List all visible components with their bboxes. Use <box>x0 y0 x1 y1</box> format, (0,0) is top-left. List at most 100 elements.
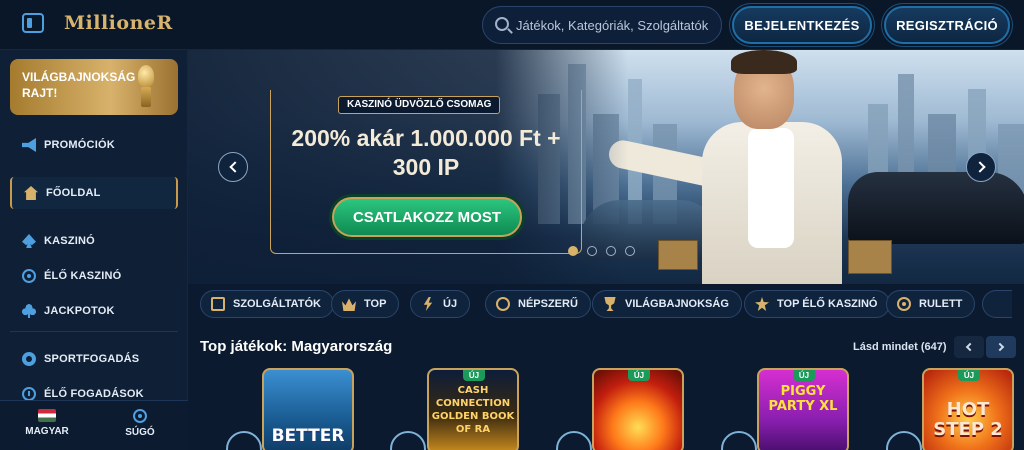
slide-dot[interactable] <box>625 246 635 256</box>
slide-prev-button[interactable] <box>218 152 248 182</box>
category-providers[interactable]: SZOLGÁLTATÓK <box>200 290 334 318</box>
games-prev-button[interactable] <box>954 336 984 358</box>
trophy-icon <box>136 65 156 109</box>
sidebar-item-live-casino[interactable]: ÉLŐ KASZINÓ <box>10 261 178 291</box>
slide-indicators <box>568 246 635 256</box>
slide-dot[interactable] <box>606 246 616 256</box>
logo[interactable]: MillioneR <box>64 12 173 34</box>
language-label: MAGYAR <box>25 426 69 437</box>
slide-dot[interactable] <box>587 246 597 256</box>
category-label: NÉPSZERŰ <box>518 298 578 310</box>
game-card[interactable]: ÚJ HOT STEP 2 <box>922 368 1014 450</box>
chip-icon <box>22 269 36 283</box>
new-badge: ÚJ <box>628 370 650 381</box>
sidebar: VILÁGBAJNOKSÁG RAJT! PROMÓCIÓK FŐOLDAL K… <box>0 50 188 450</box>
games-next-button[interactable] <box>986 336 1016 358</box>
clock-icon <box>22 387 36 401</box>
luxury-car-image <box>848 172 1024 244</box>
world-cup-banner-label: VILÁGBAJNOKSÁG RAJT! <box>22 70 136 100</box>
chevron-left-icon <box>228 161 241 173</box>
sidebar-item-home[interactable]: FŐOLDAL <box>10 177 178 209</box>
new-badge: ÚJ <box>793 370 815 381</box>
category-roulette[interactable]: RULETT <box>886 290 976 318</box>
book-icon <box>211 297 225 311</box>
game-card[interactable]: ÚJ PIGGY PARTY XL <box>757 368 849 450</box>
gift-box-image <box>848 240 892 274</box>
help-button[interactable]: SÚGÓ <box>100 409 180 438</box>
login-button[interactable]: BEJELENTKEZÉS <box>732 6 872 44</box>
medal-icon <box>496 297 510 311</box>
join-now-button[interactable]: CSATLAKOZZ MOST <box>332 197 522 237</box>
chevron-right-icon <box>973 161 986 173</box>
category-label: RULETT <box>919 298 963 310</box>
category-label: SZOLGÁLTATÓK <box>233 298 321 310</box>
scroll-ring-icon <box>721 431 757 450</box>
sidebar-toggle-icon[interactable] <box>22 13 44 33</box>
scroll-ring-icon <box>556 431 592 450</box>
sidebar-divider <box>10 331 178 332</box>
hungarian-flag-icon <box>38 409 56 422</box>
sidebar-item-label: ÉLŐ FOGADÁSOK <box>44 388 144 400</box>
hero-banner[interactable]: KASZINÓ ÜDVÖZLŐ CSOMAG 200% akár 1.000.0… <box>188 50 1024 284</box>
help-icon <box>133 409 147 423</box>
roulette-icon <box>897 297 911 311</box>
scroll-ring-icon <box>226 431 262 450</box>
search-icon <box>495 17 509 31</box>
world-cup-banner[interactable]: VILÁGBAJNOKSÁG RAJT! <box>10 59 178 115</box>
register-button[interactable]: REGISZTRÁCIÓ <box>884 6 1010 44</box>
sidebar-item-label: ÉLŐ KASZINÓ <box>44 270 122 282</box>
category-world-cup[interactable]: VILÁGBAJNOKSÁG <box>592 290 742 318</box>
slide-dot[interactable] <box>568 246 578 256</box>
sidebar-item-casino[interactable]: KASZINÓ <box>10 226 178 256</box>
section-title: Top játékok: Magyarország <box>200 338 393 355</box>
scroll-ring-icon <box>390 431 426 450</box>
star-icon <box>755 297 769 311</box>
language-selector[interactable]: MAGYAR <box>7 409 87 437</box>
category-label: TOP ÉLŐ KASZINÓ <box>777 298 878 310</box>
crown-icon <box>342 298 356 311</box>
category-label: VILÁGBAJNOKSÁG <box>625 298 729 310</box>
ball-icon <box>22 352 36 366</box>
home-icon <box>24 186 38 200</box>
slide-next-button[interactable] <box>966 152 996 182</box>
new-badge: ÚJ <box>958 370 980 381</box>
sidebar-item-promotions[interactable]: PROMÓCIÓK <box>10 130 178 160</box>
promo-badge: KASZINÓ ÜDVÖZLŐ CSOMAG <box>338 96 501 114</box>
scroll-ring-icon <box>886 431 922 450</box>
category-bar: SZOLGÁLTATÓK TOP ÚJ NÉPSZERŰ VILÁGBAJNOK… <box>188 284 1024 324</box>
category-more-button[interactable] <box>982 290 1012 318</box>
sidebar-item-label: FŐOLDAL <box>46 187 101 199</box>
category-label: ÚJ <box>443 298 458 310</box>
bolt-icon <box>423 297 433 311</box>
sidebar-item-label: JACKPOTOK <box>44 305 115 317</box>
clover-icon <box>22 304 36 318</box>
search-input[interactable]: Játékok, Kategóriák, Szolgáltatók <box>482 6 722 44</box>
chevron-left-icon <box>965 342 975 352</box>
sidebar-item-label: SPORTFOGADÁS <box>44 353 140 365</box>
game-title: BETTER <box>271 426 345 446</box>
game-card[interactable]: BETTER <box>262 368 354 450</box>
sidebar-footer: MAGYAR SÚGÓ <box>0 400 188 450</box>
see-all-link[interactable]: Lásd mindet (647) <box>853 341 947 353</box>
category-label: TOP <box>364 298 387 310</box>
spade-icon <box>22 234 36 248</box>
category-new[interactable]: ÚJ <box>410 290 471 318</box>
sidebar-item-label: PROMÓCIÓK <box>44 139 115 151</box>
game-card[interactable]: ÚJ CASH CONNECTION GOLDEN BOOK OF RA <box>427 368 519 450</box>
megaphone-icon <box>22 138 36 152</box>
presenter-hair-image <box>731 50 797 74</box>
gift-box-image <box>658 240 698 270</box>
sidebar-item-jackpots[interactable]: JACKPOTOK <box>10 296 178 326</box>
category-top-live-casino[interactable]: TOP ÉLŐ KASZINÓ <box>744 290 891 318</box>
chevron-right-icon <box>995 342 1005 352</box>
help-label: SÚGÓ <box>125 427 155 438</box>
presenter-shirt-image <box>748 128 794 248</box>
sidebar-item-sports-betting[interactable]: SPORTFOGADÁS <box>10 344 178 374</box>
category-top[interactable]: TOP <box>331 290 400 318</box>
trophy-icon <box>604 297 616 311</box>
game-card[interactable]: ÚJ <box>592 368 684 450</box>
top-header: MillioneR Játékok, Kategóriák, Szolgálta… <box>0 0 1024 50</box>
game-title: HOT STEP 2 <box>933 399 1003 440</box>
category-popular[interactable]: NÉPSZERŰ <box>485 290 591 318</box>
game-title: PIGGY PARTY XL <box>768 384 838 414</box>
